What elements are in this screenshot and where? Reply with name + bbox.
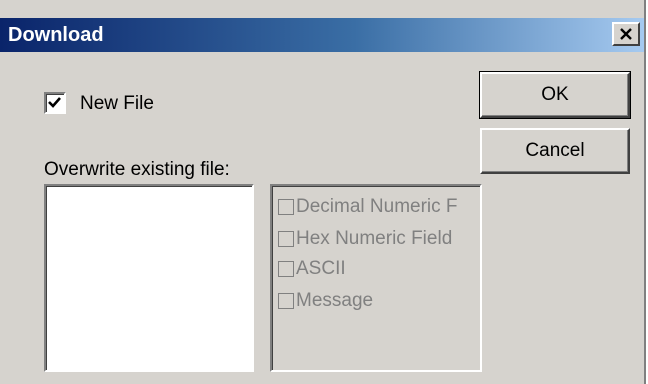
cancel-button[interactable]: Cancel bbox=[480, 128, 630, 174]
type-label: Decimal Numeric F bbox=[296, 196, 458, 217]
close-icon bbox=[620, 28, 632, 40]
type-checkbox bbox=[278, 231, 294, 247]
type-item-message: Message bbox=[278, 288, 373, 314]
overwrite-label: Overwrite existing file: bbox=[44, 159, 230, 180]
data-type-list: Decimal Numeric F Hex Numeric Field ASCI… bbox=[270, 184, 482, 372]
type-label: ASCII bbox=[296, 258, 346, 279]
type-item-hex-numeric: Hex Numeric Field bbox=[278, 226, 452, 252]
type-checkbox bbox=[278, 293, 294, 309]
close-button[interactable] bbox=[612, 22, 640, 46]
dialog-title: Download bbox=[8, 24, 104, 46]
new-file-checkbox[interactable] bbox=[44, 92, 66, 114]
download-dialog: Download New File OK Cancel Overwrite ex… bbox=[0, 0, 646, 384]
checkmark-icon bbox=[48, 97, 61, 108]
type-checkbox bbox=[278, 199, 294, 215]
type-item-ascii: ASCII bbox=[278, 256, 346, 282]
type-label: Hex Numeric Field bbox=[296, 228, 453, 249]
type-item-decimal-numeric: Decimal Numeric F bbox=[278, 194, 458, 220]
title-bar[interactable]: Download bbox=[0, 18, 644, 52]
new-file-label[interactable]: New File bbox=[80, 93, 154, 115]
type-checkbox bbox=[278, 261, 294, 277]
overwrite-file-list[interactable] bbox=[44, 184, 254, 372]
ok-button[interactable]: OK bbox=[479, 71, 631, 119]
type-label: Message bbox=[296, 290, 374, 311]
